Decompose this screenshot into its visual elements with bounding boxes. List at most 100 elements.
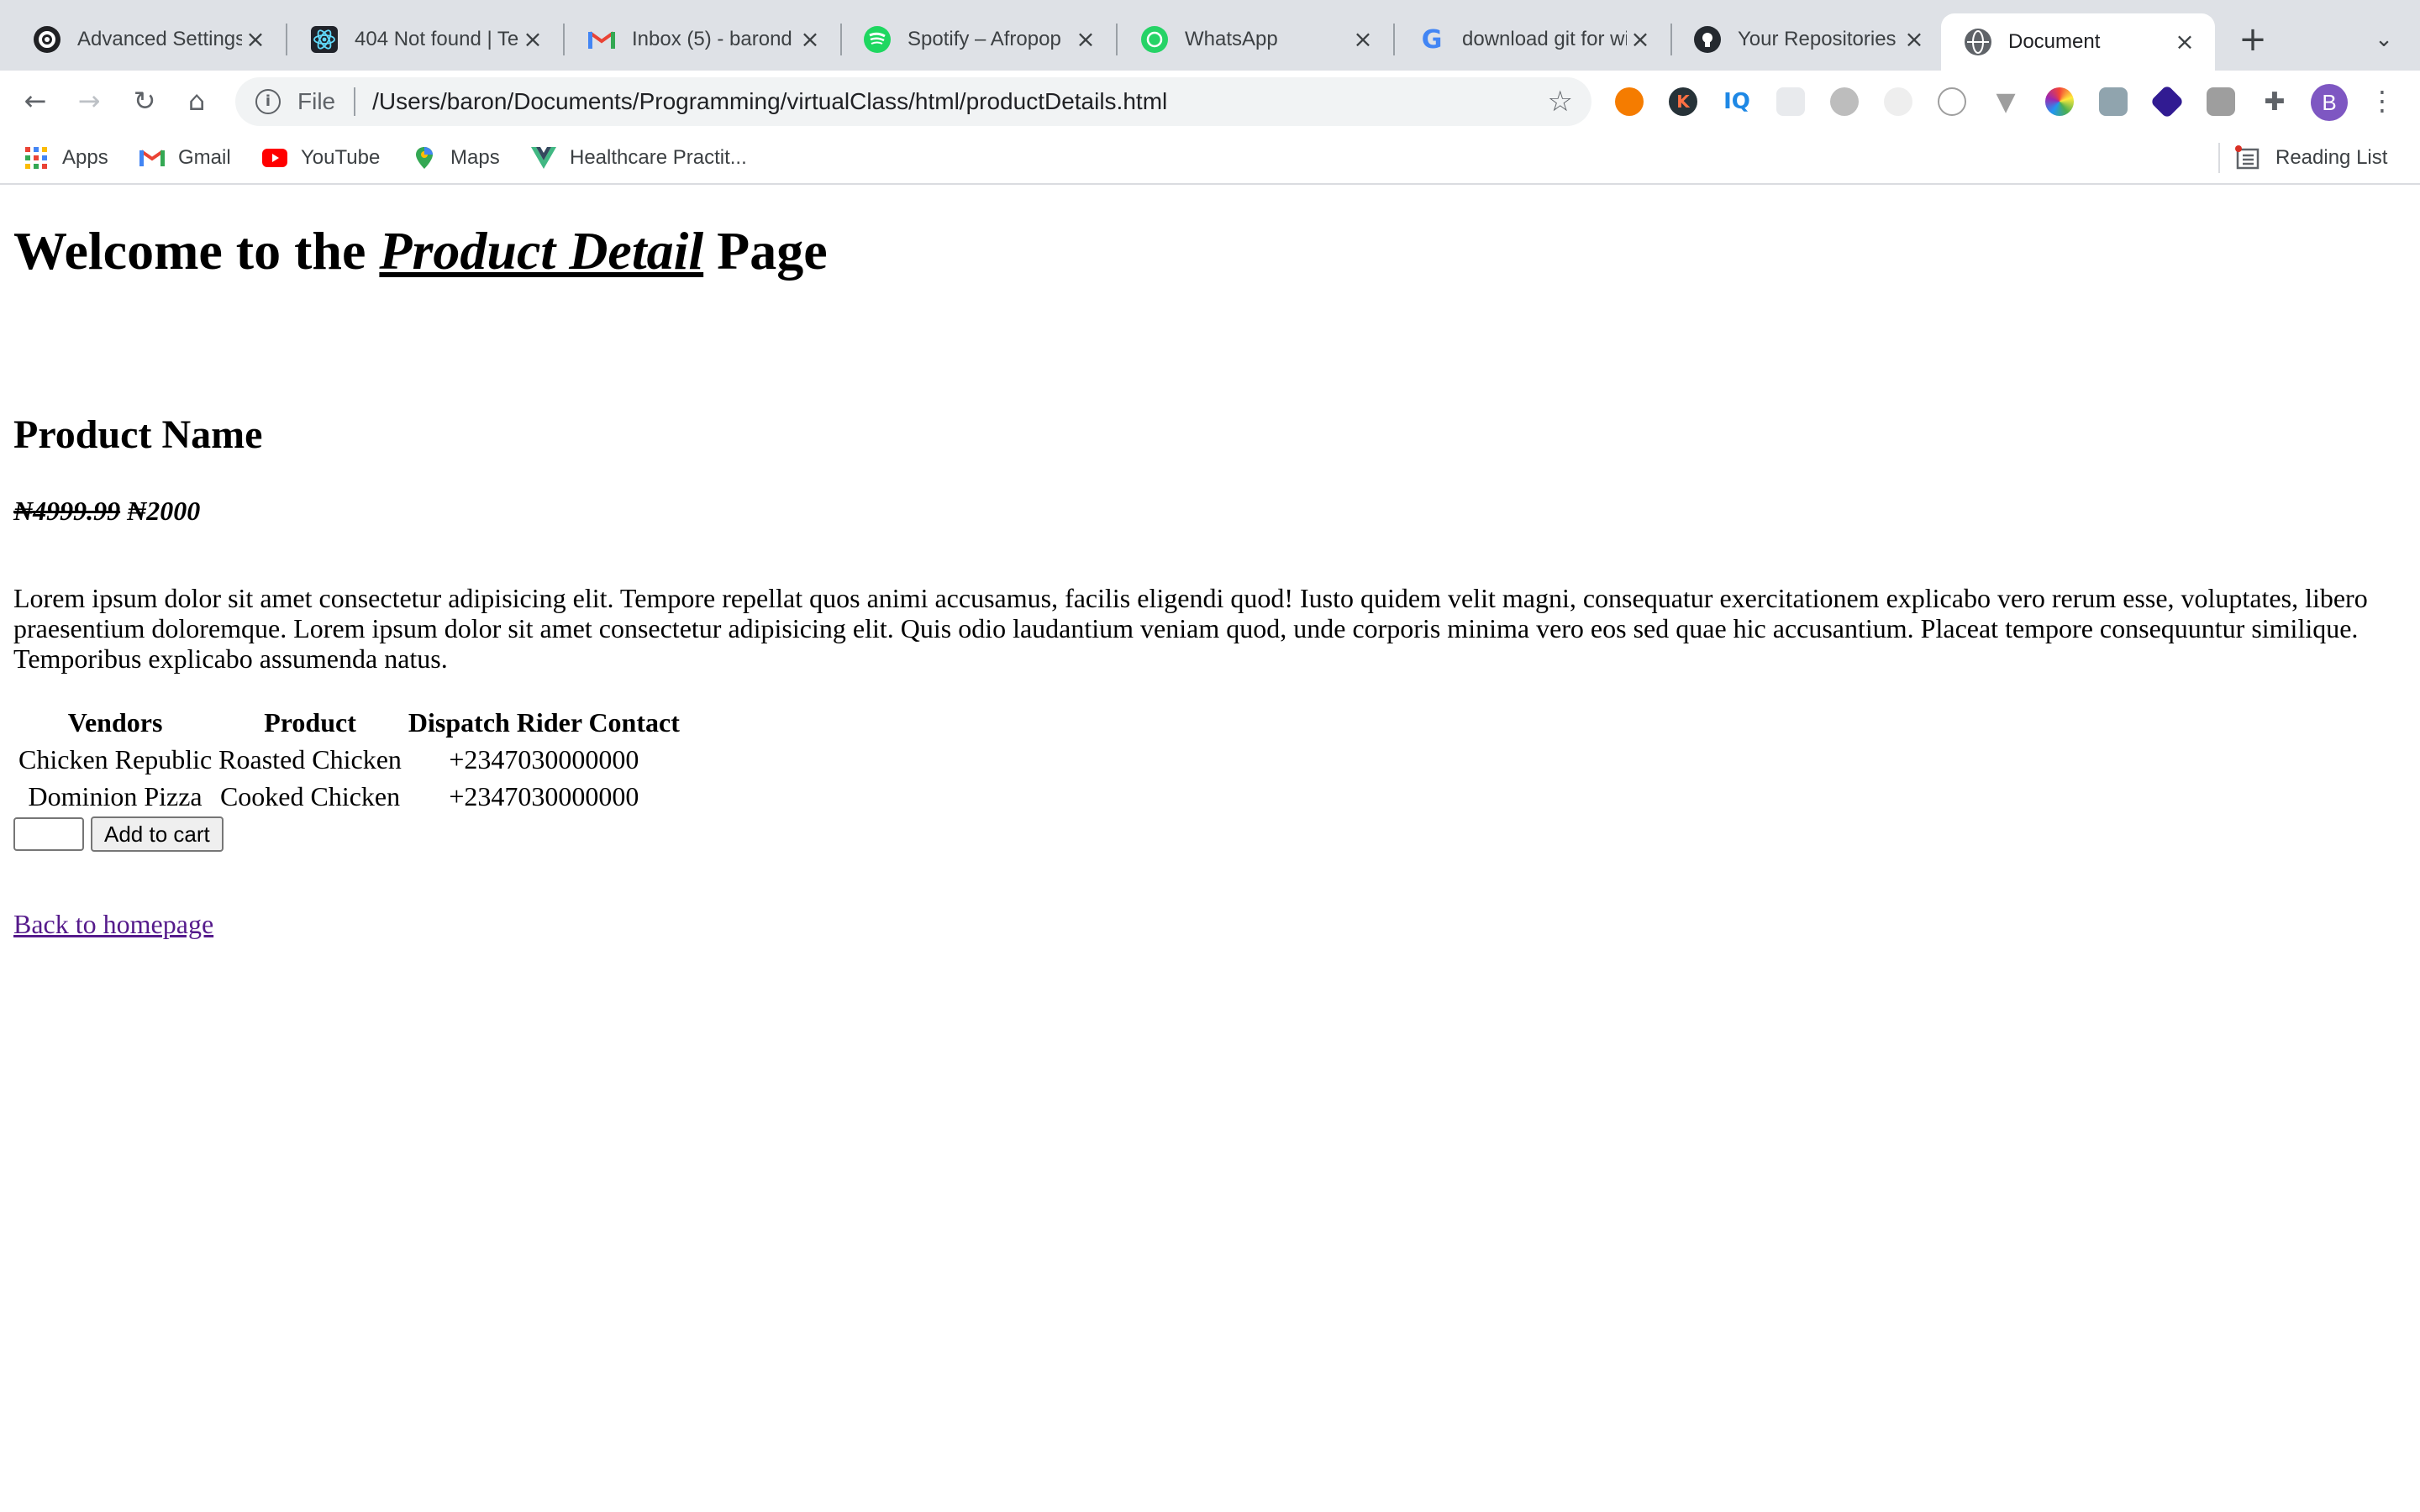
maps-pin-icon — [416, 147, 433, 169]
extension-grey-circle-icon[interactable] — [1830, 87, 1859, 116]
site-info-icon[interactable]: i — [255, 89, 281, 114]
extension-grid-icon[interactable] — [1776, 87, 1805, 116]
add-to-cart-button[interactable]: Add to cart — [91, 816, 224, 852]
reading-list-icon — [2235, 145, 2260, 170]
bookmark-label: Maps — [450, 146, 500, 169]
title-emphasis: Product Detail — [379, 221, 704, 281]
tab-title: Inbox (5) - barond — [632, 28, 792, 50]
column-header: Dispatch Rider Contact — [408, 706, 680, 738]
tab-document[interactable]: Document × — [1941, 13, 2215, 71]
extension-layers-icon[interactable] — [2149, 84, 2185, 119]
tab-title: 404 Not found | Tec — [355, 28, 519, 50]
bookmark-healthcare[interactable]: Healthcare Practit... — [531, 139, 747, 176]
bookmark-label: Apps — [62, 146, 108, 169]
tab-spotify[interactable]: Spotify – Afropop × — [840, 10, 1118, 69]
bookmark-maps[interactable]: Maps — [412, 139, 500, 176]
browser-toolbar: ← → ↻ ⌂ i File /Users/baron/Documents/Pr… — [0, 71, 2420, 131]
page-title: Welcome to the Product Detail Page — [13, 220, 828, 282]
tab-title: WhatsApp — [1185, 28, 1278, 50]
tab-search-chevron-icon[interactable]: ⌄ — [2363, 18, 2405, 60]
extension-code-icon[interactable] — [1938, 87, 1966, 116]
close-tab-icon[interactable]: × — [1349, 26, 1376, 53]
react-logo-icon — [311, 26, 338, 53]
column-header: Vendors — [67, 706, 163, 738]
old-price: ₦4999.99 — [13, 496, 121, 526]
bookmark-apps[interactable]: Apps — [24, 139, 108, 176]
puzzle-extensions-icon[interactable]: ✚ — [2260, 87, 2289, 117]
new-price: ₦2000 — [127, 496, 201, 526]
tab-title: Advanced Settings — [77, 28, 242, 50]
tab-title: download git for wi — [1462, 28, 1627, 50]
bookmark-gmail[interactable]: Gmail — [139, 139, 231, 176]
extension-profile-icon[interactable] — [2207, 87, 2235, 116]
bookmark-youtube[interactable]: YouTube — [262, 139, 380, 176]
gear-logo-icon — [34, 26, 60, 53]
extension-light-circle-icon[interactable] — [1884, 87, 1912, 116]
tab-advanced-settings[interactable]: Advanced Settings × — [10, 10, 287, 69]
reload-icon[interactable]: ↻ — [126, 82, 163, 119]
spotify-icon — [864, 26, 891, 53]
home-icon[interactable]: ⌂ — [178, 82, 215, 119]
scheme-divider — [354, 87, 356, 116]
more-menu-icon[interactable]: ⋮ — [2368, 82, 2396, 119]
close-tab-icon[interactable]: × — [1901, 26, 1928, 53]
extension-iq-icon[interactable]: IQ — [1723, 87, 1751, 116]
table-row: Dominion Pizza Cooked Chicken +234703000… — [17, 780, 681, 813]
price-block: ₦4999.99 ₦2000 — [13, 496, 200, 527]
product-name: Product Name — [13, 412, 263, 457]
extension-orange-icon[interactable] — [1615, 87, 1644, 116]
close-tab-icon[interactable]: × — [2171, 29, 2198, 55]
column-header: Product — [264, 706, 356, 738]
table-cell: Dominion Pizza — [28, 780, 203, 811]
tab-google-search[interactable]: G download git for wi × — [1395, 10, 1672, 69]
google-icon: G — [1421, 24, 1443, 55]
globe-icon — [1965, 29, 1991, 55]
table-cell: Cooked Chicken — [219, 780, 401, 811]
tab-title: Document — [2008, 30, 2101, 53]
table-cell: +2347030000000 — [449, 743, 639, 774]
extension-k-icon[interactable]: K — [1669, 87, 1697, 116]
table-cell: +2347030000000 — [449, 780, 639, 811]
tab-title: Spotify – Afropop — [908, 28, 1061, 50]
close-tab-icon[interactable]: × — [1627, 26, 1654, 53]
bookmarks-separator — [2218, 143, 2220, 173]
tab-strip: Advanced Settings × 404 Not found | Tec … — [0, 0, 2420, 71]
bookmarks-bar: Apps Gmail YouTube Maps Healthcare Pract… — [0, 131, 2420, 185]
vendors-table: Vendors Product Dispatch Rider Contact C… — [13, 702, 685, 816]
forward-arrow-icon[interactable]: → — [71, 82, 108, 119]
title-suffix: Page — [703, 221, 828, 281]
vue-logo-icon — [531, 147, 556, 169]
reading-list-button[interactable]: Reading List — [2235, 139, 2387, 176]
tab-gmail-inbox[interactable]: Inbox (5) - barond × — [565, 10, 842, 69]
whatsapp-icon — [1141, 26, 1168, 53]
bookmark-label: YouTube — [301, 146, 381, 169]
close-tab-icon[interactable]: × — [1072, 26, 1099, 53]
add-to-cart-form: Add to cart — [13, 816, 224, 852]
bookmark-star-icon[interactable]: ☆ — [1548, 85, 1573, 118]
new-tab-button[interactable]: + — [2232, 18, 2274, 60]
tab-title: Your Repositories — [1738, 28, 1897, 50]
close-tab-icon[interactable]: × — [519, 26, 546, 53]
extension-satellite-icon[interactable] — [2099, 87, 2128, 116]
extension-color-wheel-icon[interactable] — [2045, 87, 2074, 116]
table-row: Chicken Republic Roasted Chicken +234703… — [17, 743, 681, 776]
table-cell: Roasted Chicken — [218, 743, 402, 774]
url-scheme: File — [297, 88, 336, 114]
url-text[interactable]: /Users/baron/Documents/Programming/virtu… — [372, 88, 1547, 115]
gmail-icon — [588, 26, 615, 53]
title-prefix: Welcome to the — [13, 221, 380, 281]
close-tab-icon[interactable]: × — [797, 26, 823, 53]
table-cell: Chicken Republic — [18, 743, 213, 774]
extension-v-icon[interactable]: ▼ — [1991, 87, 2020, 117]
reading-list-label: Reading List — [2275, 146, 2388, 169]
tab-github-repositories[interactable]: Your Repositories × — [1670, 10, 1944, 69]
bookmark-label: Healthcare Practit... — [570, 146, 747, 169]
quantity-input[interactable] — [13, 817, 84, 851]
tab-whatsapp[interactable]: WhatsApp × — [1118, 10, 1395, 69]
address-bar[interactable]: i File /Users/baron/Documents/Programmin… — [235, 77, 1591, 126]
back-to-homepage-link[interactable]: Back to homepage — [13, 909, 213, 940]
close-tab-icon[interactable]: × — [242, 26, 269, 53]
back-arrow-icon[interactable]: ← — [17, 82, 54, 119]
profile-avatar[interactable]: B — [2311, 84, 2348, 121]
tab-404-not-found[interactable]: 404 Not found | Tec × — [287, 10, 565, 69]
